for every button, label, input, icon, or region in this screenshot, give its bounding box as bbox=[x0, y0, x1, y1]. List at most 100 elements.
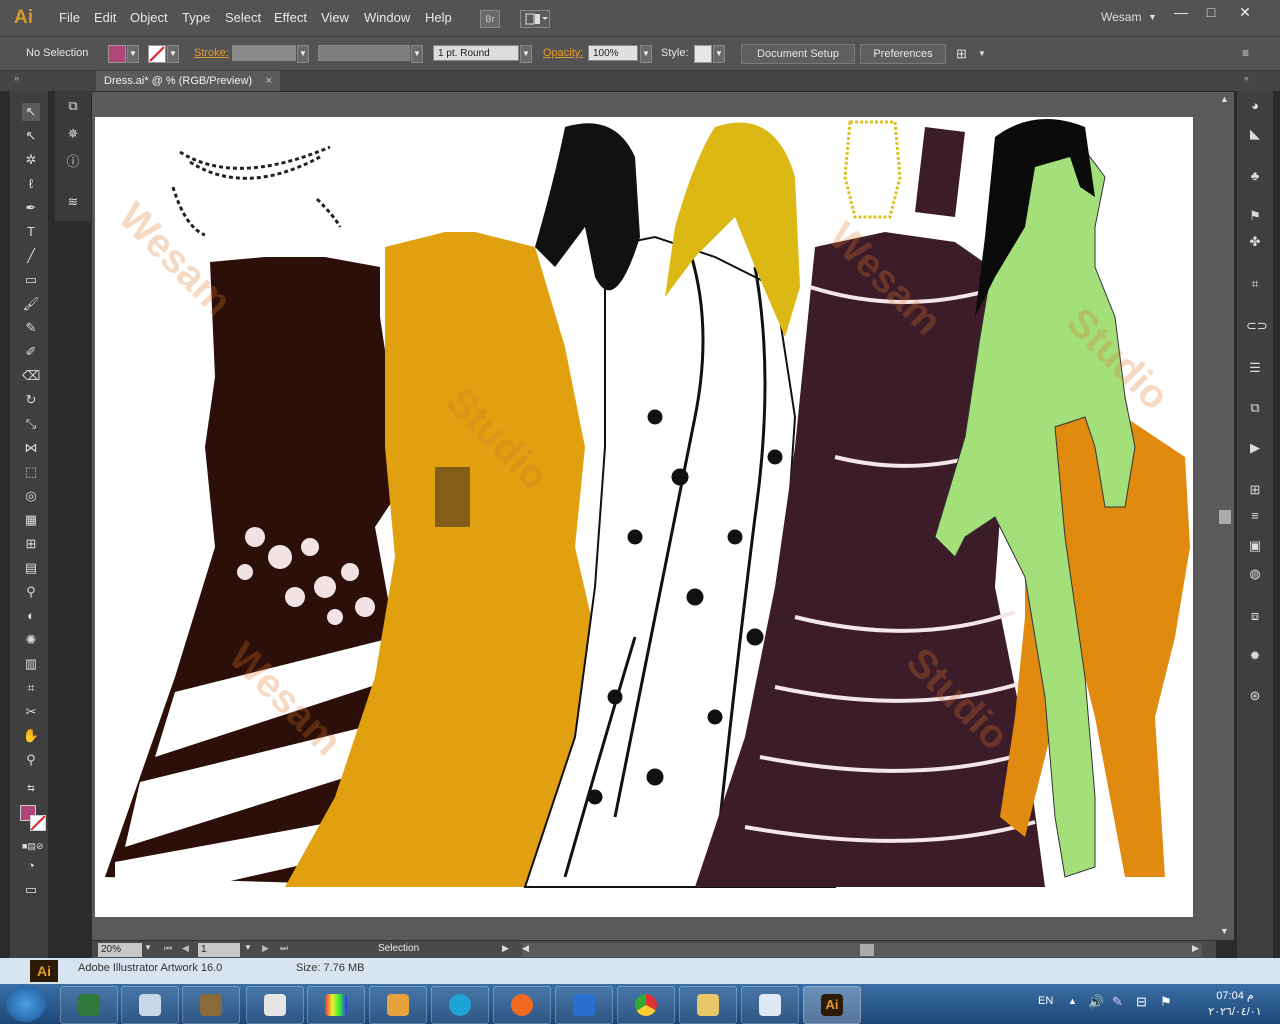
next-artboard-icon[interactable]: ▶ bbox=[262, 943, 269, 954]
eraser-tool-icon[interactable]: ⌫ bbox=[22, 367, 40, 385]
asset-export-panel-icon[interactable]: ⊛ bbox=[1246, 687, 1264, 705]
transparency-panel-icon[interactable]: ◍ bbox=[1246, 565, 1264, 583]
gradient-panel-icon[interactable]: ▣ bbox=[1246, 537, 1264, 555]
taskbar-paint[interactable] bbox=[246, 986, 304, 1024]
mesh-tool-icon[interactable]: ⊞ bbox=[22, 535, 40, 553]
menu-edit[interactable]: Edit bbox=[94, 10, 116, 25]
show-hidden-icons-icon[interactable]: ▲ bbox=[1068, 996, 1077, 1006]
screen-mode-icon[interactable]: ▭ bbox=[22, 881, 40, 899]
taskbar-illustrator[interactable]: Ai bbox=[803, 986, 861, 1024]
first-artboard-icon[interactable]: ⏮ bbox=[164, 943, 172, 954]
scale-tool-icon[interactable]: ⤡ bbox=[22, 415, 40, 433]
line-tool-icon[interactable]: ╱ bbox=[22, 247, 40, 265]
rotate-tool-icon[interactable]: ↻ bbox=[22, 391, 40, 409]
menu-help[interactable]: Help bbox=[425, 10, 452, 25]
shape-builder-tool-icon[interactable]: ◎ bbox=[22, 487, 40, 505]
control-panel-menu-icon[interactable]: ≡ bbox=[1242, 46, 1249, 60]
menu-window[interactable]: Window bbox=[364, 10, 410, 25]
bridge-button[interactable]: Br bbox=[480, 10, 500, 28]
stroke-panel-icon[interactable]: ≡ bbox=[1246, 507, 1264, 525]
swap-fill-stroke-icon[interactable]: ⇆ bbox=[22, 779, 40, 797]
taskbar-drawing-tool[interactable] bbox=[121, 986, 179, 1024]
selection-tool-icon[interactable]: ↖ bbox=[22, 103, 40, 121]
graphic-style-dropdown[interactable]: ▼ bbox=[713, 45, 725, 63]
navigator-panel-icon[interactable]: ✵ bbox=[64, 125, 82, 143]
width-tool-icon[interactable]: ⋈ bbox=[22, 439, 40, 457]
menu-object[interactable]: Object bbox=[130, 10, 168, 25]
gradient-tool-icon[interactable]: ▤ bbox=[22, 559, 40, 577]
collapse-tools-icon[interactable]: » bbox=[14, 73, 19, 83]
opacity-dropdown[interactable]: ▼ bbox=[640, 45, 652, 63]
taskbar-studio[interactable] bbox=[307, 986, 365, 1024]
color-mode-buttons-icon[interactable]: ■▤⊘ bbox=[22, 837, 43, 855]
scroll-right-icon[interactable]: ▶ bbox=[1192, 943, 1199, 954]
rectangle-tool-icon[interactable]: ▭ bbox=[22, 271, 40, 289]
minimize-button[interactable]: — bbox=[1166, 2, 1196, 22]
zoom-tool-icon[interactable]: ⚲ bbox=[22, 751, 40, 769]
variable-width-profile[interactable] bbox=[318, 45, 410, 61]
windows-start-icon[interactable] bbox=[6, 986, 46, 1022]
graphic-style-swatch[interactable] bbox=[694, 45, 712, 63]
pathfinder-panel-icon[interactable]: ⧉ bbox=[1246, 399, 1264, 417]
dress-illustration[interactable] bbox=[95, 117, 1193, 917]
maximize-button[interactable]: □ bbox=[1196, 2, 1226, 22]
horizontal-scroll-thumb[interactable] bbox=[860, 944, 874, 956]
brush-definition-dropdown[interactable]: ▼ bbox=[520, 45, 532, 63]
last-artboard-icon[interactable]: ⏭ bbox=[280, 943, 288, 954]
fill-dropdown[interactable]: ▼ bbox=[127, 45, 139, 63]
taskbar-task-manager[interactable] bbox=[60, 986, 118, 1024]
variable-width-dropdown[interactable]: ▼ bbox=[411, 45, 423, 63]
align-panel-icon[interactable]: ☰ bbox=[1246, 359, 1264, 377]
menu-file[interactable]: File bbox=[59, 10, 80, 25]
scroll-left-icon[interactable]: ◀ bbox=[522, 943, 529, 954]
pen-tray-icon[interactable]: ✎ bbox=[1112, 994, 1123, 1010]
stroke-color-box[interactable] bbox=[30, 815, 46, 831]
vertical-scrollbar[interactable]: ▲ ▼ bbox=[1216, 92, 1234, 940]
volume-icon[interactable]: 🔊 bbox=[1088, 994, 1104, 1010]
previous-artboard-icon[interactable]: ◀ bbox=[182, 943, 189, 954]
status-menu-icon[interactable]: ▶ bbox=[502, 943, 509, 954]
color-panel-icon[interactable]: ◕ bbox=[1246, 97, 1264, 115]
artboard[interactable]: Wesam Studio Wesam Studio Wesam Studio bbox=[95, 117, 1193, 917]
lasso-tool-icon[interactable]: ℓ bbox=[22, 175, 40, 193]
taskbar-edge[interactable] bbox=[431, 986, 489, 1024]
opacity-label[interactable]: Opacity: bbox=[543, 47, 583, 59]
taskbar-maxthon[interactable] bbox=[555, 986, 613, 1024]
stroke-weight-field[interactable] bbox=[232, 45, 296, 61]
magic-wand-tool-icon[interactable]: ✲ bbox=[22, 151, 40, 169]
stroke-label[interactable]: Stroke: bbox=[194, 47, 229, 59]
symbols-panel-icon[interactable]: ✤ bbox=[1246, 233, 1264, 251]
character-panel-icon[interactable]: ⊞ bbox=[1246, 481, 1264, 499]
align-icon[interactable]: ⊞ bbox=[956, 46, 967, 62]
taskbar-chrome[interactable] bbox=[617, 986, 675, 1024]
draw-mode-icon[interactable]: ◔ bbox=[22, 857, 40, 875]
user-dropdown-icon[interactable]: ▼ bbox=[1148, 12, 1157, 22]
links-panel-icon[interactable]: ⊂⊃ bbox=[1246, 317, 1268, 335]
blob-brush-tool-icon[interactable]: ✐ bbox=[22, 343, 40, 361]
transform-panel-icon[interactable]: ⌗ bbox=[1246, 275, 1264, 293]
artboards-panel-icon[interactable]: ⧉ bbox=[64, 97, 82, 115]
user-name[interactable]: Wesam bbox=[1101, 10, 1141, 24]
direct-selection-tool-icon[interactable]: ↖ bbox=[22, 127, 40, 145]
menu-view[interactable]: View bbox=[321, 10, 349, 25]
language-indicator[interactable]: EN bbox=[1038, 995, 1053, 1007]
artboard-number-field[interactable]: 1 bbox=[198, 943, 240, 957]
artboard-tool-icon[interactable]: ⌗ bbox=[22, 679, 40, 697]
scroll-thumb[interactable] bbox=[1219, 510, 1231, 524]
artboard-dropdown-icon[interactable]: ▼ bbox=[244, 943, 252, 952]
action-center-icon[interactable]: ⚑ bbox=[1160, 994, 1172, 1010]
perspective-grid-tool-icon[interactable]: ▦ bbox=[22, 511, 40, 529]
stroke-color-swatch[interactable] bbox=[148, 45, 166, 63]
pencil-tool-icon[interactable]: ✎ bbox=[22, 319, 40, 337]
arrange-documents-button[interactable] bbox=[520, 10, 550, 28]
scroll-down-icon[interactable]: ▼ bbox=[1220, 926, 1229, 936]
opacity-field[interactable]: 100% bbox=[588, 45, 638, 61]
taskbar-document-viewer[interactable] bbox=[741, 986, 799, 1024]
menu-select[interactable]: Select bbox=[225, 10, 261, 25]
blend-tool-icon[interactable]: ◐ bbox=[22, 607, 40, 625]
swatches-panel-icon[interactable]: ♣ bbox=[1246, 167, 1264, 185]
taskbar-firefox[interactable] bbox=[493, 986, 551, 1024]
document-setup-button[interactable]: Document Setup bbox=[741, 44, 855, 64]
taskbar-file-explorer[interactable] bbox=[679, 986, 737, 1024]
taskbar-pdf-viewer[interactable] bbox=[369, 986, 427, 1024]
